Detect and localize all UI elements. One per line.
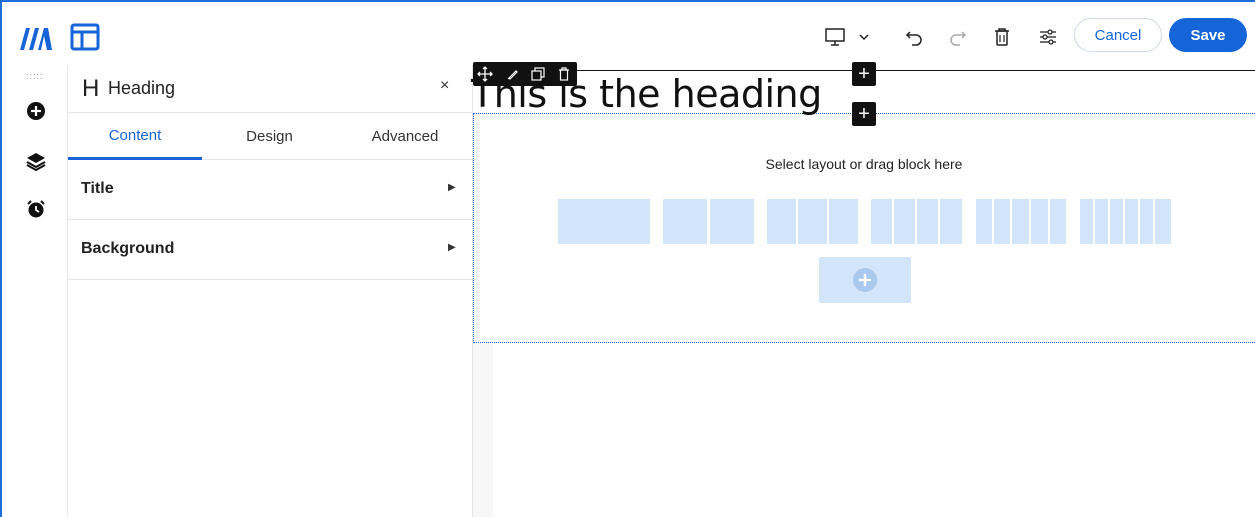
tab-design[interactable]: Design bbox=[202, 113, 337, 160]
layout-option-6-col[interactable] bbox=[1080, 199, 1093, 244]
left-rail: ::::: bbox=[2, 65, 68, 517]
layout-option-3-col[interactable] bbox=[829, 199, 858, 244]
layout-option-4-col[interactable] bbox=[871, 199, 892, 244]
sliders-icon[interactable] bbox=[1036, 24, 1060, 50]
panel-header: H Heading × bbox=[68, 65, 473, 113]
layout-option-5-col[interactable] bbox=[976, 199, 992, 244]
chevron-down-icon[interactable] bbox=[856, 24, 872, 50]
layout-icon[interactable] bbox=[70, 23, 100, 51]
block-hint-text: Select layout or drag block here bbox=[765, 156, 963, 172]
caret-right-icon: ▶ bbox=[448, 242, 456, 253]
section-title[interactable]: Title ▶ bbox=[68, 161, 473, 220]
canvas-gutter bbox=[473, 342, 493, 517]
cancel-button[interactable]: Cancel bbox=[1074, 18, 1162, 52]
panel-title: Heading bbox=[108, 78, 176, 98]
add-block-above-button[interactable]: + bbox=[852, 62, 876, 86]
layout-option-6-col[interactable] bbox=[1155, 199, 1171, 244]
layout-option-2-col[interactable] bbox=[663, 199, 707, 244]
layout-option-5-col[interactable] bbox=[994, 199, 1010, 244]
brand-logo-icon[interactable] bbox=[18, 24, 54, 52]
layout-option-4-col[interactable] bbox=[894, 199, 915, 244]
redo-icon[interactable] bbox=[946, 24, 970, 50]
add-block-button[interactable] bbox=[819, 257, 911, 303]
trash-icon[interactable] bbox=[990, 24, 1014, 50]
section-background-label: Background bbox=[81, 240, 175, 257]
add-circle-icon[interactable] bbox=[24, 99, 48, 123]
layout-option-5-col[interactable] bbox=[1031, 199, 1048, 244]
block-mini-toolbar bbox=[473, 62, 577, 86]
layout-option-4-col[interactable] bbox=[917, 199, 938, 244]
layout-option-4-col[interactable] bbox=[940, 199, 962, 244]
drag-handle-icon[interactable]: ::::: bbox=[26, 71, 44, 81]
section-title-label: Title bbox=[81, 180, 114, 197]
layout-option-5-col[interactable] bbox=[1012, 199, 1029, 244]
caret-right-icon: ▶ bbox=[448, 182, 456, 193]
layout-option-6-col[interactable] bbox=[1095, 199, 1108, 244]
close-icon[interactable]: × bbox=[440, 77, 449, 95]
save-button[interactable]: Save bbox=[1169, 18, 1247, 52]
panel-tabs: Content Design Advanced bbox=[68, 113, 473, 160]
desktop-icon[interactable] bbox=[822, 24, 848, 50]
section-background[interactable]: Background ▶ bbox=[68, 221, 473, 280]
layout-option-5-col[interactable] bbox=[1050, 199, 1066, 244]
heading-settings-panel: H Heading × Content Design Advanced Titl… bbox=[68, 65, 473, 517]
edit-icon[interactable] bbox=[504, 65, 522, 83]
move-icon[interactable] bbox=[476, 65, 494, 83]
layout-option-2-col[interactable] bbox=[710, 199, 754, 244]
layers-icon[interactable] bbox=[24, 149, 48, 173]
undo-icon[interactable] bbox=[902, 24, 926, 50]
heading-icon: H bbox=[82, 75, 100, 102]
trash-icon[interactable] bbox=[555, 65, 573, 83]
layout-option-3-col[interactable] bbox=[798, 199, 827, 244]
top-toolbar bbox=[2, 2, 1255, 65]
layout-option-1-col[interactable] bbox=[558, 199, 650, 244]
tab-advanced[interactable]: Advanced bbox=[337, 113, 473, 160]
alarm-icon[interactable] bbox=[24, 197, 48, 221]
add-circle-icon bbox=[853, 268, 877, 292]
layout-option-6-col[interactable] bbox=[1110, 199, 1123, 244]
layout-option-6-col[interactable] bbox=[1125, 199, 1138, 244]
layout-option-3-col[interactable] bbox=[767, 199, 796, 244]
tab-content[interactable]: Content bbox=[68, 113, 202, 160]
duplicate-icon[interactable] bbox=[529, 65, 547, 83]
layout-option-6-col[interactable] bbox=[1140, 199, 1153, 244]
